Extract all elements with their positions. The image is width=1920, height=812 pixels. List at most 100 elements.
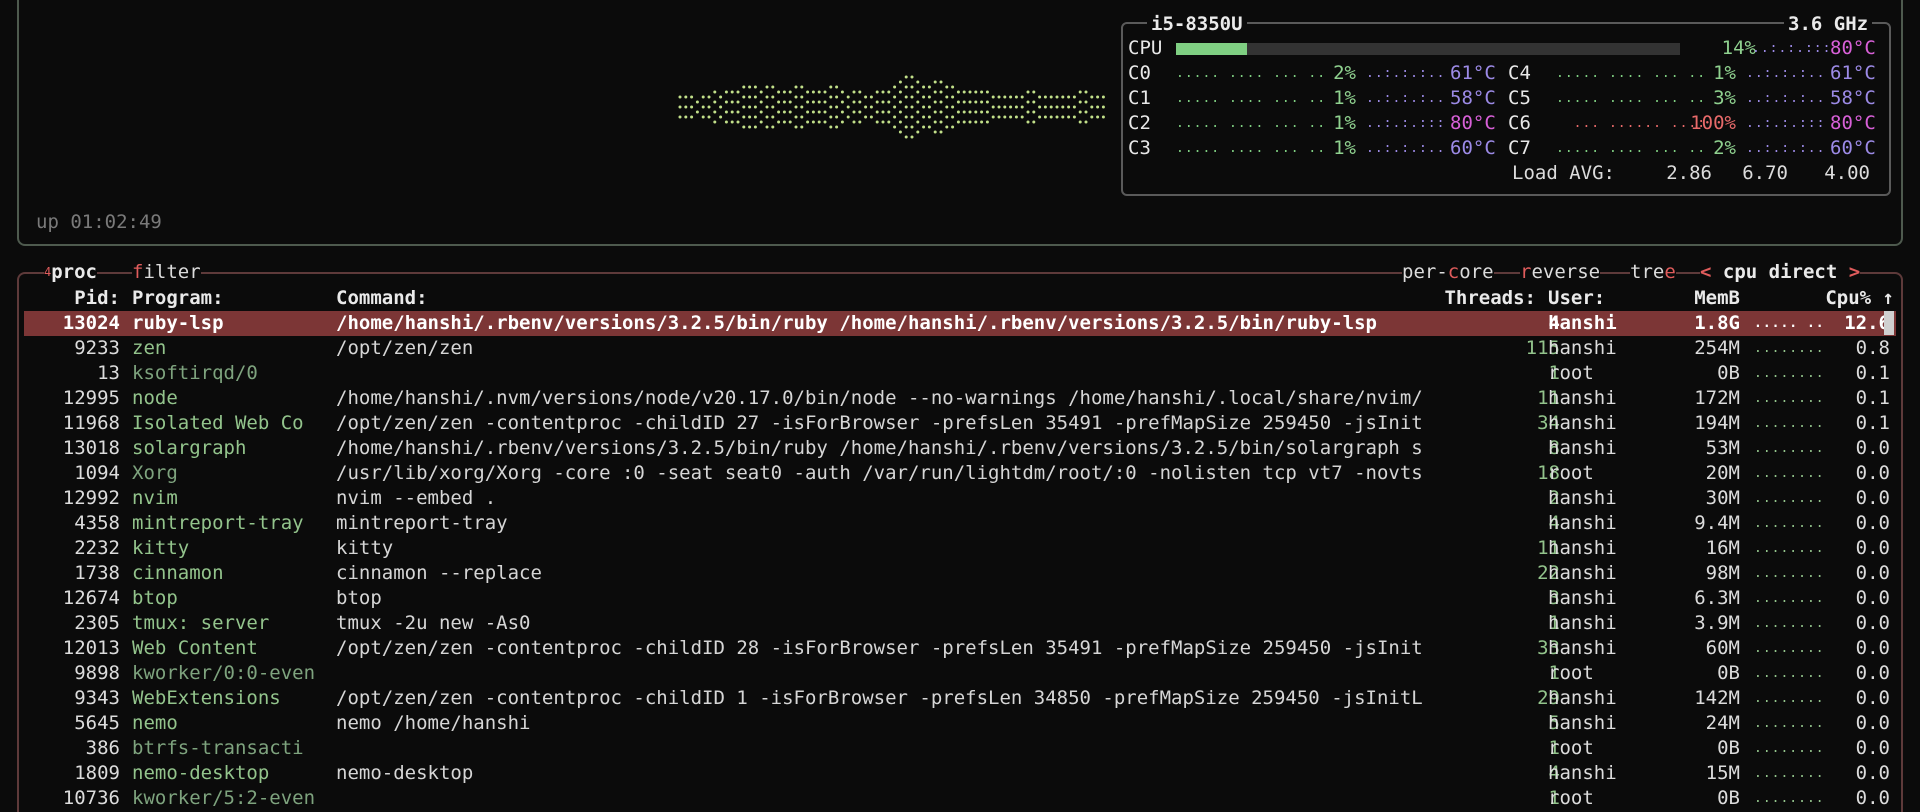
graph-dot — [753, 85, 757, 89]
header-user[interactable]: User: — [1548, 286, 1605, 311]
graph-dot — [875, 120, 879, 124]
process-row[interactable]: 10736 kworker/5:2-even 1 root 0B........ 0.0 — [24, 786, 1896, 811]
graph-dot — [980, 100, 984, 104]
graph-dot — [945, 95, 949, 99]
sort-prev-button[interactable]: < — [1700, 261, 1711, 283]
process-program: zen — [132, 337, 167, 359]
process-pid: 12992 — [62, 487, 120, 509]
toggle-reverse[interactable]: reverse — [1520, 260, 1601, 285]
process-command: /home/hanshi/.nvm/versions/node/v20.17.0… — [336, 387, 1423, 409]
process-row[interactable]: 12992 nvim nvim --embed . 2 hanshi 30M.......… — [24, 486, 1896, 511]
tab-filter[interactable]: filter — [132, 260, 201, 285]
header-cpu[interactable]: Cpu% ↑ — [1808, 286, 1894, 311]
graph-dot — [980, 120, 984, 124]
tab-filter-hotkey: f — [132, 261, 144, 283]
process-row[interactable]: 1094 Xorg/usr/lib/xorg/Xorg -core :0 -sea… — [24, 461, 1896, 486]
process-scrollbar[interactable] — [1884, 311, 1894, 335]
process-mem: 9.4M — [1694, 512, 1740, 534]
graph-dot — [887, 100, 891, 104]
graph-dot — [777, 120, 781, 124]
graph-dot — [1061, 115, 1065, 119]
process-row[interactable]: 12013 Web Content/opt/zen/zen -contentpro… — [24, 636, 1896, 661]
graph-dot — [840, 120, 844, 124]
process-row[interactable]: 5645 nemo nemo /home/hanshi 5 hanshi 24M.....… — [24, 711, 1896, 736]
header-mem[interactable]: MemB — [1680, 286, 1740, 311]
graph-dot — [1014, 105, 1018, 109]
process-mem: 53M — [1705, 437, 1740, 459]
process-row[interactable]: 1809 nemo-desktop nemo-desktop 4 hanshi 15M..… — [24, 761, 1896, 786]
graph-dot — [1026, 90, 1030, 94]
graph-dot — [962, 100, 966, 104]
graph-dot — [829, 95, 833, 99]
graph-dot — [916, 110, 920, 114]
process-row[interactable]: 4358 mintreport-tray mintreport-tray 4 hansh… — [24, 511, 1896, 536]
process-user: root — [1548, 787, 1594, 809]
graph-dot — [753, 125, 757, 129]
process-command: /opt/zen/zen -contentproc -childID 1 -is… — [336, 687, 1423, 709]
process-row[interactable]: 13 ksoftirqd/0 1 root 0B........ 0.1 — [24, 361, 1896, 386]
process-mem: 30M — [1705, 487, 1740, 509]
process-row[interactable]: 11968 Isolated Web Co/opt/zen/zen -conten… — [24, 411, 1896, 436]
graph-dot — [1090, 115, 1094, 119]
process-row[interactable]: 12995 node/home/hanshi/.nvm/versions/node… — [24, 386, 1896, 411]
process-user: hanshi — [1548, 487, 1617, 509]
graph-dot — [719, 95, 723, 99]
process-cpu-graph: ........ — [1754, 491, 1824, 506]
graph-dot — [910, 135, 914, 139]
graph-dot — [713, 90, 717, 94]
process-row[interactable]: 1738 cinnamon cinnamon --replace 22 hanshi 98… — [24, 561, 1896, 586]
process-cpu: 0.1 — [1855, 387, 1890, 409]
toggle-per-core[interactable]: per-core — [1402, 260, 1494, 285]
core-temp: 61°C — [1830, 62, 1876, 84]
graph-dot — [719, 105, 723, 109]
graph-dot — [910, 115, 914, 119]
graph-dot — [1078, 90, 1082, 94]
header-threads[interactable]: Threads: — [1430, 286, 1536, 311]
graph-dot — [968, 110, 972, 114]
process-row[interactable]: 9233 zen/opt/zen/zen 115 hanshi 254M........… — [24, 336, 1896, 361]
graph-dot — [974, 120, 978, 124]
graph-dot — [1049, 95, 1053, 99]
graph-dot — [864, 105, 868, 109]
process-row[interactable]: 12674 btop btop 3 hanshi 6.3M........ 0.0 — [24, 586, 1896, 611]
process-row[interactable]: 386 btrfs-transacti 1 root 0B........ 0.0 — [24, 736, 1896, 761]
process-command: /home/hanshi/.rbenv/versions/3.2.5/bin/r… — [336, 437, 1423, 459]
graph-dot — [742, 125, 746, 129]
process-user: hanshi — [1548, 612, 1617, 634]
graph-dot — [800, 105, 804, 109]
graph-dot — [806, 120, 810, 124]
header-pid[interactable]: Pid: — [24, 286, 120, 311]
graph-dot — [852, 100, 856, 104]
graph-dot — [1014, 115, 1018, 119]
graph-dot — [1101, 115, 1105, 119]
graph-dot — [1014, 95, 1018, 99]
process-row[interactable]: 13018 solargraph/home/hanshi/.rbenv/versi… — [24, 436, 1896, 461]
process-cpu: 0.0 — [1855, 687, 1890, 709]
process-cpu-graph: ........ — [1754, 466, 1824, 481]
core-label: C6 — [1508, 112, 1531, 134]
process-cpu-graph: ........ — [1754, 566, 1824, 581]
process-user: hanshi — [1548, 687, 1617, 709]
graph-dot — [997, 115, 1001, 119]
core-temp: 80°C — [1830, 112, 1876, 134]
graph-dot — [1020, 95, 1024, 99]
graph-dot — [916, 130, 920, 134]
graph-dot — [753, 115, 757, 119]
process-row[interactable]: 13024 ruby-lsp/home/hanshi/.rbenv/version… — [24, 311, 1896, 336]
graph-dot — [771, 125, 775, 129]
tab-proc[interactable]: 4proc — [44, 260, 97, 285]
graph-dot — [1055, 95, 1059, 99]
sort-next-button[interactable]: > — [1849, 261, 1860, 283]
process-cpu: 0.0 — [1855, 787, 1890, 809]
graph-dot — [748, 115, 752, 119]
process-row[interactable]: 9343 WebExtensions/opt/zen/zen -contentpr… — [24, 686, 1896, 711]
process-row[interactable]: 2232 kitty kitty 11 hanshi 16M........ 0.0 — [24, 536, 1896, 561]
header-command[interactable]: Command: — [336, 286, 428, 311]
process-row[interactable]: 9898 kworker/0:0-even 1 root 0B........ 0.0 — [24, 661, 1896, 686]
graph-dot — [1026, 100, 1030, 104]
toggle-tree[interactable]: tree — [1630, 260, 1676, 285]
graph-dot — [794, 105, 798, 109]
process-row[interactable]: 2305 tmux: server tmux -2u new -As0 1 hanshi… — [24, 611, 1896, 636]
header-program[interactable]: Program: — [132, 286, 224, 311]
core-label: C3 — [1128, 137, 1151, 159]
